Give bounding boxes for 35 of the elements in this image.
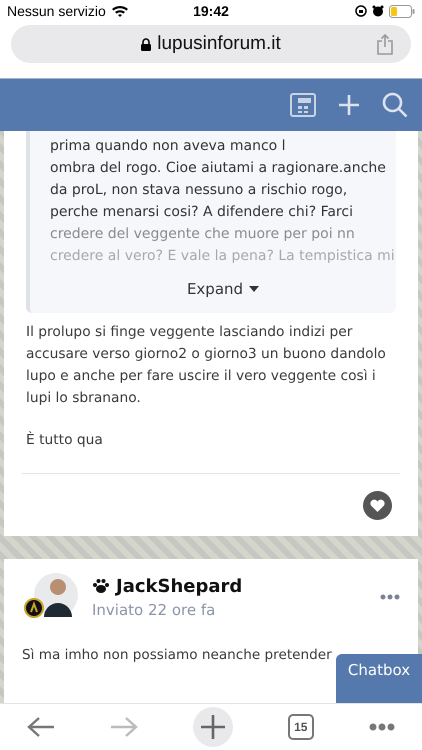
heart-icon[interactable] (363, 490, 392, 520)
battery-icon (389, 4, 415, 18)
quote-line: ombra del rogo. Cioe aiutami a ragionare.anche (50, 159, 387, 178)
post-paragraph: Sì ma imho non possiamo neanche pretender (22, 647, 333, 663)
url-text: lupusinforum.it (157, 33, 281, 55)
more-icon[interactable] (368, 723, 395, 731)
post-time: Inviato 22 ore fa (92, 600, 216, 618)
expand-button[interactable]: Expand (180, 279, 266, 299)
plus-icon (200, 715, 225, 739)
back-icon[interactable] (27, 716, 56, 738)
lock-icon (141, 38, 152, 50)
forward-icon[interactable] (110, 716, 138, 738)
author-name[interactable]: JackShepard (116, 576, 242, 596)
quote-line: credere del veggente che muore per poi nn (50, 225, 356, 244)
share-icon[interactable] (377, 34, 393, 54)
rotation-lock-icon (355, 5, 367, 17)
post-paragraph: È tutto qua (25, 430, 104, 450)
search-icon[interactable] (382, 92, 408, 118)
avatar-drawing (22, 573, 78, 621)
caret-icon (249, 286, 260, 292)
chatbox-button[interactable]: Chatbox (336, 654, 422, 704)
url-bar[interactable]: lupusinforum.it (11, 25, 411, 63)
post-paragraph: Il prolupo si finge veggente lasciando indizi per accusare verso giorno2 o giorno3 un buono dandolo lupo e anche per fare uscire il vero veggente così i lupi lo sbranano. (25, 323, 387, 408)
quote-line: da proL, non stava nessuno a rischio rogo, (50, 181, 348, 200)
quote-line: prima quando non aveva manco l (50, 137, 287, 156)
clock-text: 19:42 (193, 3, 229, 19)
paw-icon (92, 578, 110, 594)
more-icon[interactable] (380, 594, 400, 600)
wifi-icon (110, 4, 129, 18)
plus-icon[interactable] (338, 94, 360, 116)
carrier-text: Nessun servizio (7, 3, 106, 19)
new-tab-button[interactable] (192, 707, 233, 747)
tabs-button[interactable]: 15 (288, 714, 314, 740)
quote-line: perche menarsi cosi? A difendere chi? Farci (50, 203, 354, 222)
quote-line: credere al vero? E vale la pena? La tempistica mi (50, 247, 396, 266)
